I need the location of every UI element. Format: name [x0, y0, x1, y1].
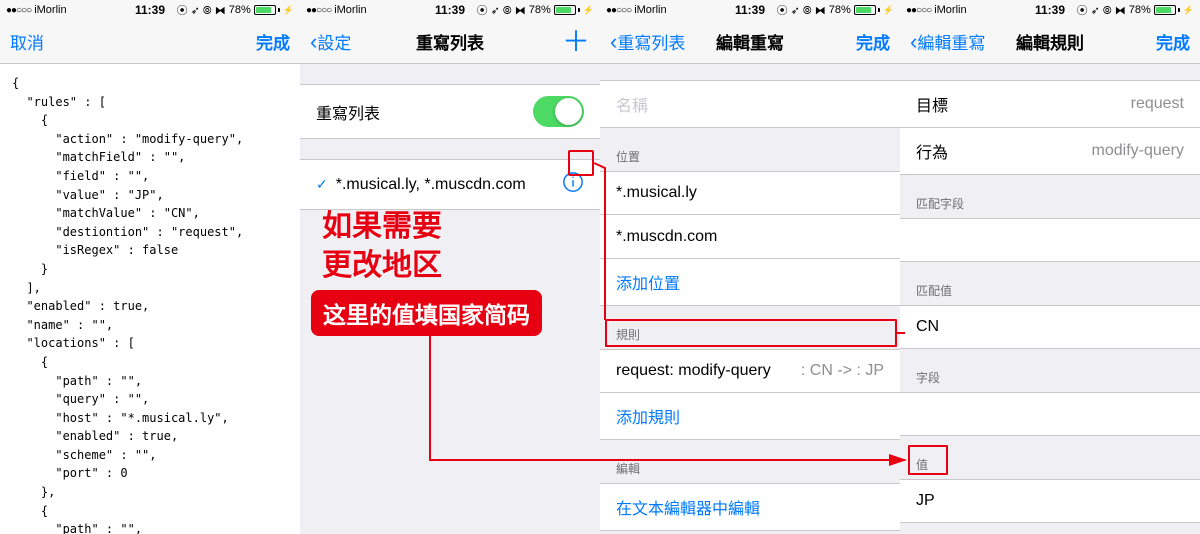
json-editor[interactable]: { "rules" : [ { "action" : "modify-query… [0, 64, 300, 534]
battery-percent: 78% [229, 4, 251, 16]
chevron-left-icon: ‹ [310, 31, 317, 53]
value-input[interactable]: JP [900, 479, 1200, 523]
chevron-left-icon: ‹ [610, 31, 617, 53]
screen-edit-rewrite: ●●○○○iMorlin 11:39 ⦿ ➶ ⦾ ⧓78%⚡ ‹重寫列表 編輯重… [600, 0, 900, 534]
target-row[interactable]: 目標 request [900, 80, 1200, 128]
screen-rewrite-list: ●●○○○iMorlin 11:39 ⦿ ➶ ⦾ ⧓78%⚡ ‹設定 重寫列表 … [300, 0, 600, 534]
done-button[interactable]: 完成 [256, 29, 290, 54]
status-bar: ●●○○○iMorlin 11:39 ⦿ ➶ ⦾ ⧓78%⚡ [600, 0, 900, 20]
nav-bar: ‹設定 重寫列表 ＋ [300, 20, 600, 64]
nav-bar: ‹編輯重寫 編輯規則 完成 [900, 20, 1200, 64]
toggle-group: 重寫列表 [300, 84, 600, 139]
match-value-header: 匹配值 [900, 276, 1200, 305]
location-header: 位置 [600, 142, 900, 171]
screen-edit-rule: ●●○○○iMorlin 11:39 ⦿ ➶ ⦾ ⧓78%⚡ ‹編輯重寫 編輯規… [900, 0, 1200, 534]
match-field-input[interactable] [900, 218, 1200, 262]
rule-detail: : CN -> : JP [801, 362, 884, 380]
nav-title: 編輯規則 [1016, 29, 1084, 54]
location-row[interactable]: *.musical.ly [600, 171, 900, 215]
done-button[interactable]: 完成 [856, 29, 890, 54]
cancel-button[interactable]: 取消 [10, 29, 44, 54]
status-icons: ⦿ ➶ ⦾ ⧓ [177, 2, 226, 18]
status-bar: ●●○○○iMorlin 11:39 ⦿ ➶ ⦾ ⧓78%⚡ [900, 0, 1200, 20]
back-button[interactable]: ‹設定 [310, 29, 351, 54]
edit-header: 編輯 [600, 454, 900, 483]
status-bar: ●●○○○iMorlin 11:39 ⦿ ➶ ⦾ ⧓78%⚡ [300, 0, 600, 20]
edit-in-text-editor-button[interactable]: 在文本編輯器中編輯 [600, 483, 900, 531]
rule-row[interactable]: request: modify-query : CN -> : JP [600, 349, 900, 393]
nav-bar: 取消 完成 [0, 20, 300, 64]
rewrite-toggle-row: 重寫列表 [300, 84, 600, 139]
battery-icon: ⚡ [254, 5, 294, 16]
status-time: 11:39 [135, 3, 165, 17]
toggle-label: 重寫列表 [316, 100, 380, 124]
checkmark-icon: ✓ [316, 176, 328, 193]
signal-dots-icon: ●●○○○ [6, 5, 31, 16]
match-field-header: 匹配字段 [900, 189, 1200, 218]
rules-header: 規則 [600, 320, 900, 349]
carrier-label: iMorlin [34, 4, 66, 16]
nav-bar: ‹重寫列表 編輯重寫 完成 [600, 20, 900, 64]
field-input[interactable] [900, 392, 1200, 436]
done-button[interactable]: 完成 [1156, 29, 1190, 54]
name-field[interactable]: 名稱 [600, 80, 900, 128]
screen-text-editor: ●●○○○ iMorlin 11:39 ⦿ ➶ ⦾ ⧓ 78% ⚡ 取消 完成 … [0, 0, 300, 534]
status-bar: ●●○○○ iMorlin 11:39 ⦿ ➶ ⦾ ⧓ 78% ⚡ [0, 0, 300, 20]
chevron-left-icon: ‹ [910, 31, 917, 53]
rule-row[interactable]: ✓ *.musical.ly, *.muscdn.com [300, 159, 600, 210]
match-value-input[interactable]: CN [900, 305, 1200, 349]
nav-title: 重寫列表 [416, 29, 484, 54]
back-button[interactable]: ‹編輯重寫 [910, 29, 985, 54]
value-header: 值 [900, 450, 1200, 479]
nav-title: 編輯重寫 [716, 29, 784, 54]
action-row[interactable]: 行為 modify-query [900, 128, 1200, 175]
add-location-button[interactable]: 添加位置 [600, 259, 900, 306]
rule-hosts: *.musical.ly, *.muscdn.com [336, 176, 526, 194]
add-rule-button[interactable]: 添加規則 [600, 393, 900, 440]
rewrite-toggle[interactable] [533, 96, 584, 127]
add-button[interactable]: ＋ [562, 28, 590, 56]
rules-group: ✓ *.musical.ly, *.muscdn.com [300, 159, 600, 210]
info-icon[interactable] [562, 171, 584, 198]
name-group: 名稱 [600, 80, 900, 128]
back-button[interactable]: ‹重寫列表 [610, 29, 685, 54]
location-row[interactable]: *.muscdn.com [600, 215, 900, 259]
field-header: 字段 [900, 363, 1200, 392]
